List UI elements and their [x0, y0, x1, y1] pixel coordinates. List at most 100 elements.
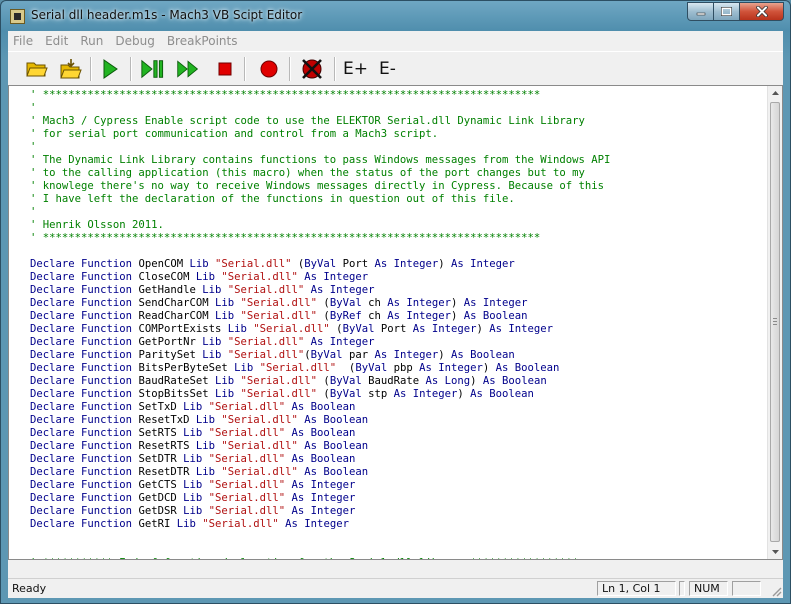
code-line[interactable]: ' to the calling application (this macro… — [30, 167, 585, 180]
code-area[interactable]: ' **************************************… — [9, 86, 768, 559]
code-token: Lib — [183, 492, 209, 504]
clear-breakpoints-button[interactable] — [300, 57, 324, 81]
code-token: "Serial.dll" — [208, 505, 286, 517]
code-token: "Serial.dll" — [253, 323, 330, 335]
code-line[interactable]: Declare Function StopBitsSet Lib "Serial… — [30, 388, 534, 401]
code-token: As Long — [425, 375, 471, 387]
resize-grip-icon[interactable] — [770, 585, 782, 597]
code-token: GetDSR — [138, 505, 184, 517]
code-line[interactable]: ' for serial port communication and cont… — [30, 128, 438, 141]
code-token: Declare Function — [30, 349, 139, 361]
vertical-scrollbar[interactable] — [767, 86, 782, 559]
scroll-down-button[interactable] — [768, 545, 782, 559]
menu-file[interactable]: File — [8, 34, 38, 48]
code-token: Lib — [202, 349, 228, 361]
app-icon[interactable] — [10, 9, 25, 24]
step-button[interactable] — [140, 57, 164, 81]
code-token: Lib — [227, 323, 254, 335]
code-line[interactable]: Declare Function GetHandle Lib "Serial.d… — [30, 284, 374, 297]
run-button[interactable] — [98, 57, 122, 81]
code-token: ' — [30, 206, 37, 218]
code-token: SetRTS — [138, 427, 184, 439]
code-token: Port — [380, 323, 413, 335]
code-line[interactable]: Declare Function GetDSR Lib "Serial.dll"… — [30, 505, 355, 518]
code-token: ) — [438, 349, 452, 361]
code-line[interactable]: ' The Dynamic Link Library contains func… — [30, 154, 610, 167]
code-line[interactable]: Declare Function ResetTxD Lib "Serial.dl… — [30, 414, 368, 427]
code-line[interactable]: Declare Function COMPortExists Lib "Seri… — [30, 323, 553, 336]
code-token: As Boolean — [291, 427, 356, 439]
code-line[interactable]: ' *********** End of function declaratio… — [30, 557, 579, 559]
code-line[interactable]: Declare Function ResetRTS Lib "Serial.dl… — [30, 440, 368, 453]
code-token: Declare Function — [30, 258, 139, 270]
title-bar[interactable]: Serial dll header.m1s - Mach3 VB Scipt E… — [1, 1, 790, 31]
code-token: As Integer — [387, 297, 452, 309]
code-token: "Serial.dll" — [227, 349, 305, 361]
code-line[interactable]: ' knowlege there's no way to receive Win… — [30, 180, 604, 193]
code-line[interactable]: Declare Function CloseCOM Lib "Serial.dl… — [30, 271, 368, 284]
code-line[interactable]: Declare Function OpenCOM Lib "Serial.dll… — [30, 258, 515, 271]
code-token: stp — [368, 388, 394, 400]
code-token: Declare Function — [30, 466, 139, 478]
fast-forward-icon — [177, 60, 199, 78]
code-line[interactable]: ' I have left the declaration of the fun… — [30, 193, 515, 206]
code-line[interactable]: Declare Function GetCTS Lib "Serial.dll"… — [30, 479, 355, 492]
menu-debug[interactable]: Debug — [110, 34, 159, 48]
menu-run[interactable]: Run — [75, 34, 108, 48]
code-line[interactable]: ' **************************************… — [30, 89, 540, 102]
code-line[interactable]: Declare Function SendCharCOM Lib "Serial… — [30, 297, 528, 310]
record-button[interactable] — [257, 57, 281, 81]
code-line[interactable]: ' Mach3 / Cypress Enable script code to … — [30, 115, 585, 128]
code-line[interactable]: Declare Function SetRTS Lib "Serial.dll"… — [30, 427, 355, 440]
run-to-cursor-button[interactable] — [176, 57, 200, 81]
status-bar: Ready Ln 1, Col 1 NUM — [8, 578, 783, 598]
code-token: "Serial.dll" — [240, 388, 318, 400]
code-token: ' Mach3 / Cypress Enable script code to … — [30, 115, 585, 127]
code-line[interactable]: ' — [30, 141, 36, 154]
code-token: Declare Function — [30, 453, 139, 465]
editor-window: Serial dll header.m1s - Mach3 VB Scipt E… — [0, 0, 791, 604]
code-line[interactable]: Declare Function GetRI Lib "Serial.dll" … — [30, 518, 349, 531]
code-token: "Serial.dll" — [227, 336, 305, 348]
code-line[interactable]: Declare Function GetPortNr Lib "Serial.d… — [30, 336, 374, 349]
code-line[interactable]: ' **************************************… — [30, 232, 540, 245]
code-line[interactable]: Declare Function BaudRateSet Lib "Serial… — [30, 375, 547, 388]
code-line[interactable]: Declare Function SetTxD Lib "Serial.dll"… — [30, 401, 355, 414]
menu-breakpoints[interactable]: BreakPoints — [162, 34, 243, 48]
code-token: "Serial.dll" — [208, 492, 286, 504]
step-icon — [141, 59, 164, 79]
collapse-all-button[interactable]: E- — [379, 57, 396, 81]
code-line[interactable]: Declare Function ReadCharCOM Lib "Serial… — [30, 310, 528, 323]
code-editor[interactable]: ' **************************************… — [8, 85, 783, 560]
code-token: ' *********** End of function declaratio… — [30, 557, 579, 559]
code-token: "Serial.dll" — [227, 284, 305, 296]
code-token: "Serial.dll" — [221, 440, 298, 452]
code-line[interactable]: ' Henrik Olsson 2011. — [30, 219, 164, 232]
code-token: StopBitsSet — [138, 388, 215, 400]
expand-all-button[interactable]: E+ — [343, 57, 368, 81]
code-line[interactable]: Declare Function SetDTR Lib "Serial.dll"… — [30, 453, 355, 466]
code-token: ) — [451, 310, 464, 322]
code-token: Declare Function — [30, 479, 139, 491]
code-line[interactable]: Declare Function BitsPerByteSet Lib "Ser… — [30, 362, 559, 375]
code-token: ByVal — [329, 297, 369, 309]
minimize-button[interactable] — [687, 2, 714, 21]
code-token: Declare Function — [30, 362, 139, 374]
close-button[interactable] — [740, 2, 784, 21]
code-token: As Integer — [291, 479, 356, 491]
scrollbar-thumb[interactable] — [770, 102, 780, 542]
save-button[interactable] — [59, 57, 83, 81]
scroll-up-button[interactable] — [768, 86, 782, 100]
code-token: BaudRate — [368, 375, 426, 387]
code-line[interactable]: Declare Function ParitySet Lib "Serial.d… — [30, 349, 515, 362]
maximize-button[interactable] — [714, 2, 740, 21]
stop-button[interactable] — [213, 57, 237, 81]
code-token: ByVal — [355, 362, 394, 374]
code-token: SendCharCOM — [138, 297, 215, 309]
code-line[interactable]: Declare Function GetDCD Lib "Serial.dll"… — [30, 492, 355, 505]
code-line[interactable]: Declare Function ResetDTR Lib "Serial.dl… — [30, 466, 368, 479]
code-line[interactable]: ' — [30, 102, 36, 115]
menu-edit[interactable]: Edit — [40, 34, 73, 48]
open-button[interactable] — [25, 57, 49, 81]
code-line[interactable]: ' — [30, 206, 36, 219]
